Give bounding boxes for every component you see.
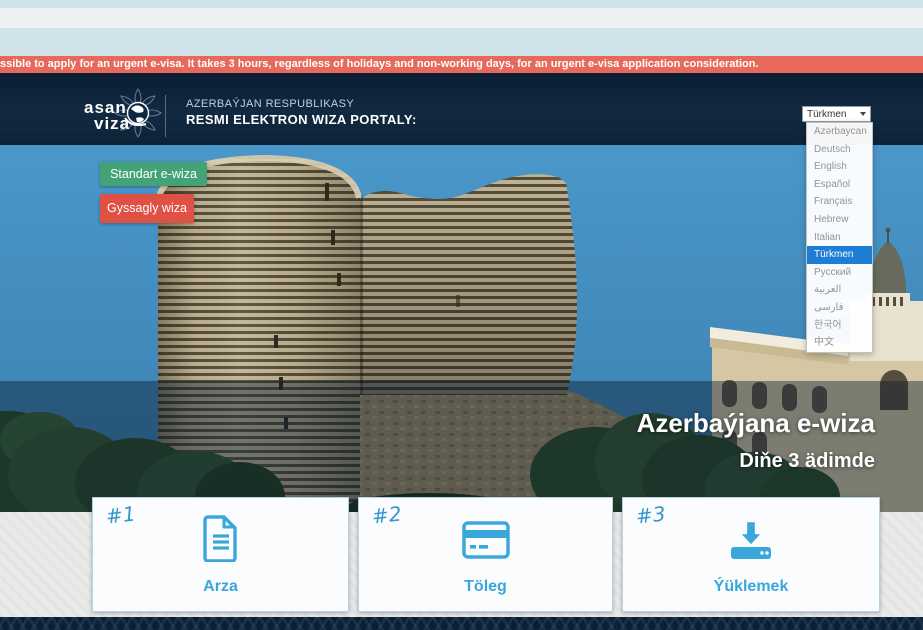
hero-headline: Azerbaýjana e-wiza xyxy=(637,408,875,439)
credit-card-icon xyxy=(462,521,510,559)
language-option[interactable]: English xyxy=(807,158,872,176)
header-divider xyxy=(165,95,166,137)
step-card-yuklemek[interactable]: #3 Ýüklemek xyxy=(622,497,880,612)
step-number: #3 xyxy=(635,502,667,529)
step-label: Arza xyxy=(93,578,348,596)
standart-e-wiza-button[interactable]: Standart e-wiza xyxy=(100,162,207,186)
language-option[interactable]: Italian xyxy=(807,229,872,247)
language-option[interactable]: Hebrew xyxy=(807,211,872,229)
header: asan viza AZERBAÝJAN RESPUBLIKASY RESMI … xyxy=(0,73,923,145)
top-bar-outer xyxy=(0,0,923,8)
notification-text: ssible to apply for an urgent e-visa. It… xyxy=(0,58,759,70)
step-number: #2 xyxy=(371,502,403,529)
language-select[interactable]: Türkmen xyxy=(802,106,871,122)
document-icon xyxy=(202,514,240,562)
language-option[interactable]: Türkmen xyxy=(807,246,872,264)
gyssagly-wiza-button[interactable]: Gyssagly wiza xyxy=(100,194,194,223)
language-option[interactable]: Deutsch xyxy=(807,141,872,159)
step-label: Töleg xyxy=(359,578,612,596)
chevron-down-icon xyxy=(860,112,866,116)
language-option[interactable]: Русский xyxy=(807,264,872,282)
footer-bar xyxy=(0,617,923,630)
step-card-toleg[interactable]: #2 Töleg xyxy=(358,497,613,612)
step-label: Ýüklemek xyxy=(623,578,879,596)
language-option[interactable]: العربية xyxy=(807,281,872,299)
language-option[interactable]: Français xyxy=(807,193,872,211)
header-title-line2: RESMI ELEKTRON WIZA PORTALY: xyxy=(186,112,417,127)
hero-section: Standart e-wiza Gyssagly wiza Azerbaýjan… xyxy=(0,145,923,512)
language-option[interactable]: 中文 xyxy=(807,334,872,352)
language-option[interactable]: Azərbaycan xyxy=(807,123,872,141)
step-card-arza[interactable]: #1 Arza xyxy=(92,497,349,612)
language-option[interactable]: Español xyxy=(807,176,872,194)
language-option[interactable]: فارسی xyxy=(807,299,872,317)
step-number: #1 xyxy=(105,502,137,529)
hero-overlay xyxy=(0,381,923,512)
download-icon xyxy=(729,520,773,560)
top-bar-inner xyxy=(0,8,923,28)
language-option[interactable]: 한국어 xyxy=(807,317,872,335)
language-select-value: Türkmen xyxy=(807,109,846,120)
header-title-line1: AZERBAÝJAN RESPUBLIKASY xyxy=(186,98,354,110)
evisa-portal-page: ssible to apply for an urgent e-visa. It… xyxy=(0,0,923,630)
top-bar-teal xyxy=(0,28,923,56)
notification-bar: ssible to apply for an urgent e-visa. It… xyxy=(0,56,923,73)
asan-viza-logo-icon xyxy=(113,87,163,139)
language-dropdown: Azərbaycan Deutsch English Español Franç… xyxy=(806,122,873,353)
hero-subheadline: Diňe 3 ädimde xyxy=(739,450,875,473)
